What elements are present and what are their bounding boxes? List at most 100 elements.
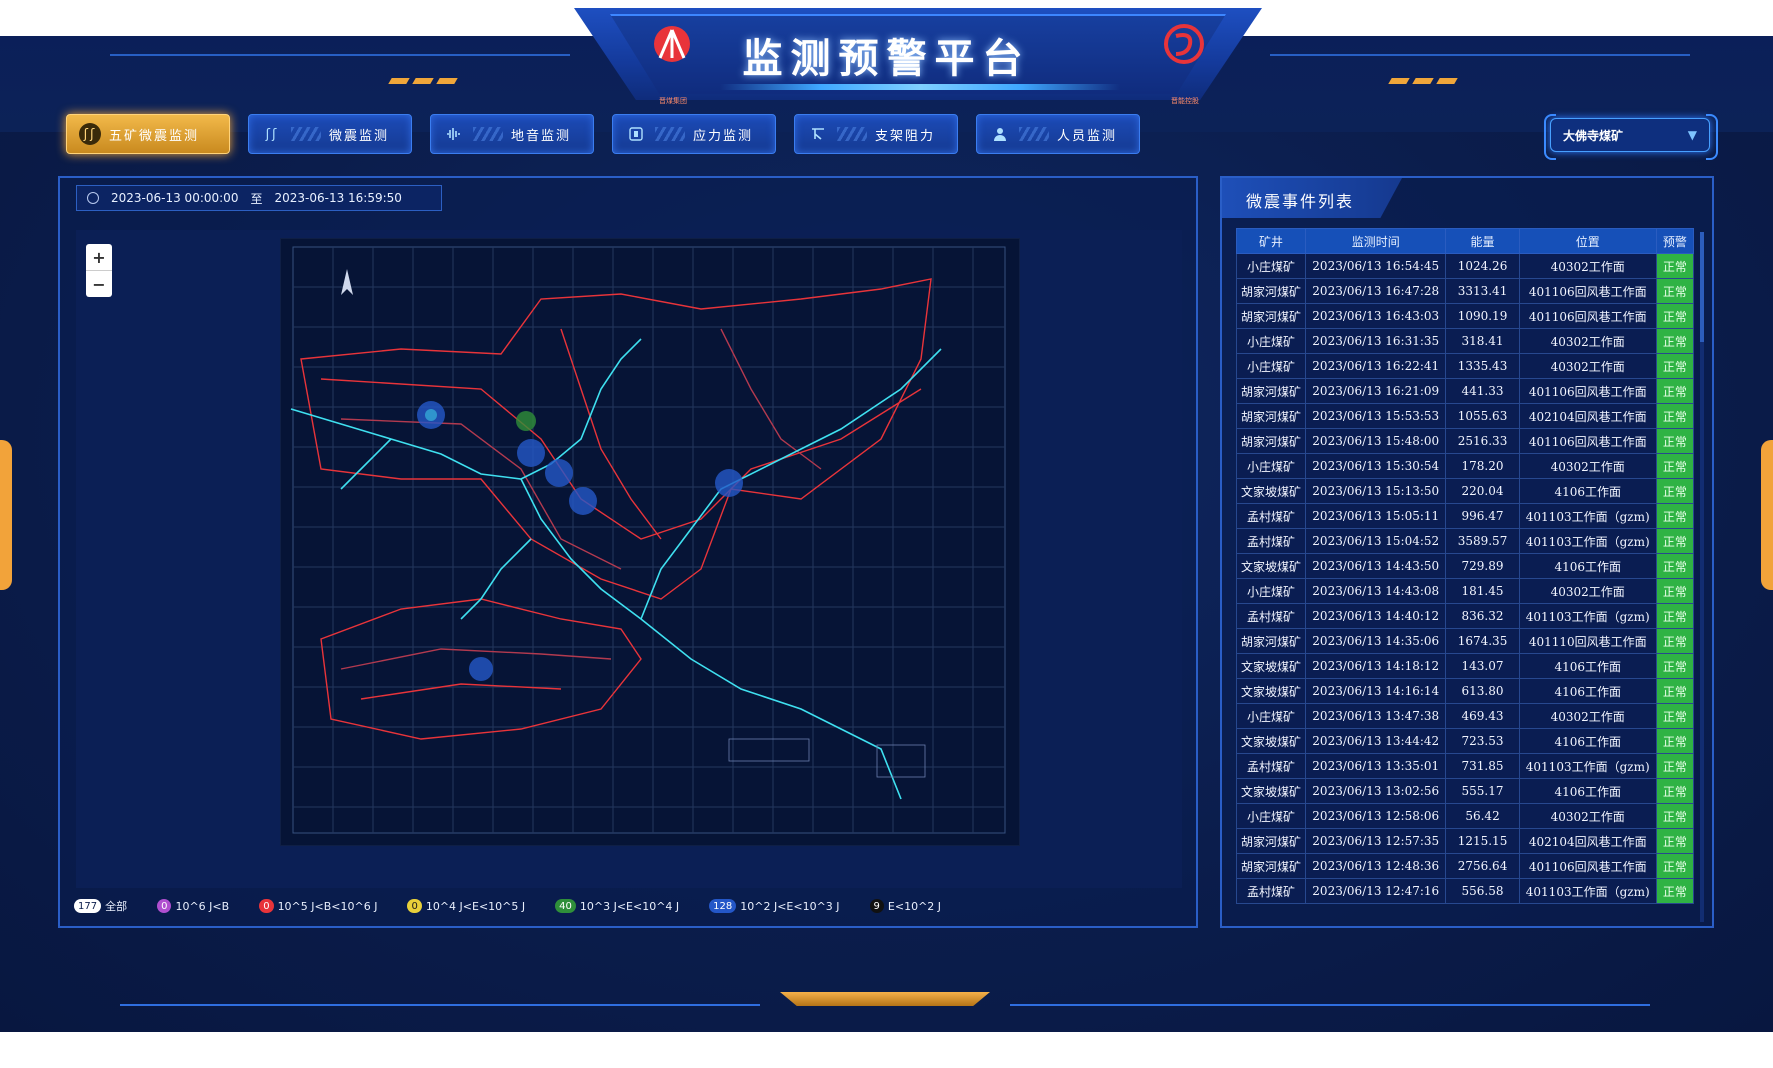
table-row[interactable]: 小庄煤矿 2023/06/13 14:43:08 181.45 40302工作面 正常 (1236, 578, 1694, 604)
cell-time: 2023/06/13 12:48:36 (1305, 853, 1447, 879)
zoom-out-button[interactable]: − (86, 270, 112, 297)
table-row[interactable]: 文家坡煤矿 2023/06/13 14:16:14 613.80 4106工作面 正常 (1236, 678, 1694, 704)
table-row[interactable]: 文家坡煤矿 2023/06/13 14:43:50 729.89 4106工作面 正常 (1236, 553, 1694, 579)
cell-location: 40302工作面 (1518, 578, 1657, 604)
cell-mine: 文家坡煤矿 (1236, 553, 1307, 579)
table-row[interactable]: 文家坡煤矿 2023/06/13 14:18:12 143.07 4106工作面 正常 (1236, 653, 1694, 679)
legend-item[interactable]: 40 10^3 J<E<10^4 J (555, 899, 679, 913)
hatch-deco (291, 127, 321, 141)
event-marker[interactable] (469, 657, 493, 681)
table-row[interactable]: 胡家河煤矿 2023/06/13 12:57:35 1215.15 402104回风巷… (1236, 828, 1694, 854)
cell-mine: 胡家河煤矿 (1236, 828, 1307, 854)
legend-item[interactable]: 0 10^5 J<B<10^6 J (259, 899, 377, 913)
date-range-picker[interactable]: 2023-06-13 00:00:00 至 2023-06-13 16:59:5… (76, 185, 442, 211)
event-marker[interactable] (715, 469, 743, 497)
table-row[interactable]: 文家坡煤矿 2023/06/13 13:44:42 723.53 4106工作面 正常 (1236, 728, 1694, 754)
cell-time: 2023/06/13 15:13:50 (1305, 478, 1447, 504)
cell-time: 2023/06/13 16:47:28 (1305, 278, 1447, 304)
cell-mine: 胡家河煤矿 (1236, 303, 1307, 329)
table-row[interactable]: 胡家河煤矿 2023/06/13 15:48:00 2516.33 401106回风巷… (1236, 428, 1694, 454)
legend-item[interactable]: 128 10^2 J<E<10^3 J (709, 899, 840, 913)
zoom-in-button[interactable]: + (86, 244, 112, 270)
nav-tab-five-mine-microseismic[interactable]: ʃʃ 五矿微震监测 (66, 114, 230, 154)
nav-tab-microseismic[interactable]: ʃʃ 微震监测 (248, 114, 412, 154)
nav-tab-stress[interactable]: 应力监测 (612, 114, 776, 154)
table-row[interactable]: 胡家河煤矿 2023/06/13 15:53:53 1055.63 402104回风巷… (1236, 403, 1694, 429)
legend-count-badge: 0 (259, 899, 274, 913)
table-row[interactable]: 孟村煤矿 2023/06/13 14:40:12 836.32 401103工作面（g… (1236, 603, 1694, 629)
legend-item[interactable]: 9 E<10^2 J (869, 899, 942, 913)
table-row[interactable]: 孟村煤矿 2023/06/13 15:04:52 3589.57 401103工作面（… (1236, 528, 1694, 554)
table-row[interactable]: 小庄煤矿 2023/06/13 12:58:06 56.42 40302工作面 正常 (1236, 803, 1694, 829)
cell-warning: 正常 (1655, 878, 1694, 904)
cell-energy: 56.42 (1445, 803, 1520, 829)
cell-energy: 556.58 (1445, 878, 1520, 904)
table-row[interactable]: 孟村煤矿 2023/06/13 12:47:16 556.58 401103工作面（g… (1236, 878, 1694, 904)
cell-location: 4106工作面 (1518, 653, 1657, 679)
cell-time: 2023/06/13 14:43:50 (1305, 553, 1447, 579)
cell-time: 2023/06/13 13:47:38 (1305, 703, 1447, 729)
table-row[interactable]: 胡家河煤矿 2023/06/13 16:43:03 1090.19 401106回风巷… (1236, 303, 1694, 329)
hatch-deco (655, 127, 685, 141)
nav-tab-ground-sound[interactable]: 地音监测 (430, 114, 594, 154)
legend-item[interactable]: 0 10^4 J<E<10^5 J (407, 899, 525, 913)
cell-time: 2023/06/13 12:47:16 (1305, 878, 1447, 904)
table-row[interactable]: 小庄煤矿 2023/06/13 16:22:41 1335.43 40302工作面 正常 (1236, 353, 1694, 379)
nav-tab-personnel[interactable]: 人员监测 (976, 114, 1140, 154)
cell-warning: 正常 (1655, 778, 1694, 804)
cell-mine: 小庄煤矿 (1236, 578, 1307, 604)
hatch-deco (473, 127, 503, 141)
cell-energy: 1090.19 (1445, 303, 1520, 329)
event-marker[interactable] (516, 411, 536, 431)
table-row[interactable]: 胡家河煤矿 2023/06/13 14:35:06 1674.35 401110回风巷… (1236, 628, 1694, 654)
cell-time: 2023/06/13 12:58:06 (1305, 803, 1447, 829)
cell-location: 401103工作面（gzm) (1518, 753, 1657, 779)
event-table-scrollbar[interactable] (1700, 232, 1704, 922)
hatch-deco (1019, 127, 1049, 141)
table-row[interactable]: 文家坡煤矿 2023/06/13 15:13:50 220.04 4106工作面 正常 (1236, 478, 1694, 504)
table-row[interactable]: 胡家河煤矿 2023/06/13 16:47:28 3313.41 401106回风巷… (1236, 278, 1694, 304)
table-row[interactable]: 孟村煤矿 2023/06/13 15:05:11 996.47 401103工作面（g… (1236, 503, 1694, 529)
table-row[interactable]: 小庄煤矿 2023/06/13 16:54:45 1024.26 40302工作面 正常 (1236, 253, 1694, 279)
event-marker[interactable] (545, 459, 573, 487)
legend-count-badge: 0 (407, 899, 422, 913)
cell-energy: 3589.57 (1445, 528, 1520, 554)
event-table-wrap[interactable]: 矿井 监测时间 能量 位置 预警 小庄煤矿 2023/06/13 16:54:45… (1236, 228, 1694, 908)
cell-location: 401106回风巷工作面 (1518, 853, 1657, 879)
legend-item[interactable]: 177 全部 (74, 898, 127, 914)
cell-warning: 正常 (1655, 853, 1694, 879)
table-row[interactable]: 小庄煤矿 2023/06/13 16:31:35 318.41 40302工作面 正常 (1236, 328, 1694, 354)
table-row[interactable]: 胡家河煤矿 2023/06/13 16:21:09 441.33 401106回风巷工… (1236, 378, 1694, 404)
cell-time: 2023/06/13 14:16:14 (1305, 678, 1447, 704)
legend-label: E<10^2 J (887, 899, 942, 913)
table-row[interactable]: 孟村煤矿 2023/06/13 13:35:01 731.85 401103工作面（g… (1236, 753, 1694, 779)
mine-map-drawing[interactable] (280, 238, 1020, 846)
event-marker[interactable] (569, 487, 597, 515)
event-marker[interactable] (517, 439, 545, 467)
cell-time: 2023/06/13 14:43:08 (1305, 578, 1447, 604)
cell-mine: 小庄煤矿 (1236, 253, 1307, 279)
nav-tab-label: 人员监测 (1057, 128, 1118, 144)
legend-item[interactable]: 0 10^6 J<B (157, 899, 229, 913)
table-row[interactable]: 文家坡煤矿 2023/06/13 13:02:56 555.17 4106工作面 正常 (1236, 778, 1694, 804)
legend-label: 10^2 J<E<10^3 J (740, 899, 840, 913)
table-row[interactable]: 小庄煤矿 2023/06/13 13:47:38 469.43 40302工作面 正常 (1236, 703, 1694, 729)
date-end: 2023-06-13 16:59:50 (274, 191, 402, 205)
cell-energy: 836.32 (1445, 603, 1520, 629)
cell-warning: 正常 (1655, 578, 1694, 604)
nav-tab-support-resistance[interactable]: 支架阻力 (794, 114, 958, 154)
cell-location: 40302工作面 (1518, 453, 1657, 479)
cell-warning: 正常 (1655, 353, 1694, 379)
event-table: 矿井 监测时间 能量 位置 预警 小庄煤矿 2023/06/13 16:54:45… (1236, 228, 1694, 904)
table-row[interactable]: 小庄煤矿 2023/06/13 15:30:54 178.20 40302工作面 正常 (1236, 453, 1694, 479)
table-row[interactable]: 胡家河煤矿 2023/06/13 12:48:36 2756.64 401106回风巷… (1236, 853, 1694, 879)
legend-label: 全部 (105, 900, 128, 913)
cell-location: 401106回风巷工作面 (1518, 378, 1657, 404)
bottom-line-left (120, 1004, 760, 1006)
cell-energy: 1215.15 (1445, 828, 1520, 854)
cell-location: 4106工作面 (1518, 728, 1657, 754)
scrollbar-thumb[interactable] (1700, 232, 1704, 342)
mine-select[interactable]: 大佛寺煤矿 ▼ (1550, 118, 1710, 152)
side-deco-right (1761, 440, 1773, 590)
cell-energy: 1055.63 (1445, 403, 1520, 429)
